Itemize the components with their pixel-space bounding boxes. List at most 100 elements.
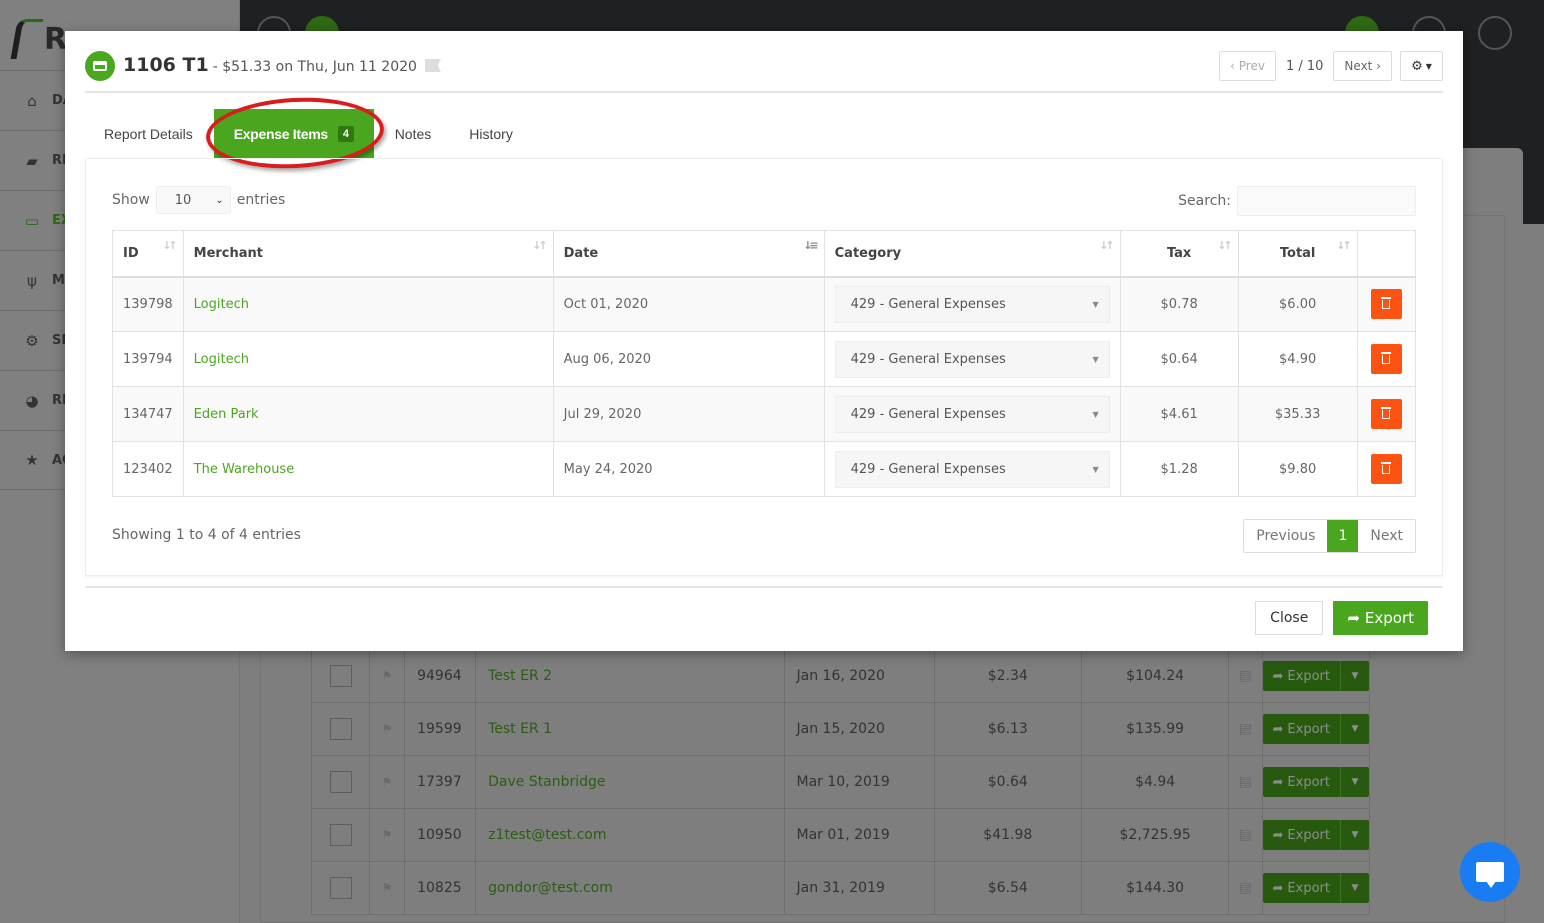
category-value: 429 - General Expenses [850, 406, 1006, 422]
document-icon[interactable]: ▤ [1239, 880, 1252, 896]
tab-report-details[interactable]: Report Details [85, 109, 212, 159]
chat-launcher-button[interactable] [1460, 842, 1520, 902]
merchant-link[interactable]: Logitech [182, 276, 554, 332]
item-date: Aug 06, 2020 [552, 331, 825, 387]
merchant-link[interactable]: Logitech [182, 331, 554, 387]
report-summary: - $51.33 on Thu, Jun 11 2020 [212, 59, 417, 75]
table-row[interactable]: ⚑ 10825 gondor@test.com Jan 31, 2019 $6.… [311, 862, 1370, 915]
document-icon[interactable]: ▤ [1239, 827, 1252, 843]
row-name-link[interactable]: gondor@test.com [476, 862, 785, 914]
export-button[interactable]: ➦ Export [1333, 601, 1428, 635]
document-icon[interactable]: ▤ [1239, 721, 1252, 737]
item-total: $6.00 [1237, 276, 1358, 332]
category-select[interactable]: 429 - General Expenses ▼ [834, 450, 1110, 488]
document-icon[interactable]: ▤ [1239, 774, 1252, 790]
caret-down-icon[interactable]: ▼ [1341, 873, 1369, 903]
tab-expense-items[interactable]: Expense Items 4 [213, 109, 374, 159]
chat-icon [1476, 862, 1504, 888]
prev-record-button[interactable]: ‹ Prev [1219, 51, 1276, 81]
merchant-link[interactable]: Eden Park [182, 386, 554, 442]
category-value: 429 - General Expenses [850, 461, 1006, 477]
row-date: Jan 31, 2019 [785, 862, 935, 914]
user-icon[interactable] [1478, 16, 1512, 50]
search-input[interactable] [1237, 186, 1416, 216]
column-header-merchant[interactable]: Merchant ↓↑ [182, 230, 554, 278]
column-header-total[interactable]: Total ↓↑ [1237, 230, 1358, 278]
sort-icon: ↓↑ [1099, 239, 1115, 252]
row-total: $2,725.95 [1082, 809, 1230, 861]
row-name-link[interactable]: z1test@test.com [476, 809, 785, 861]
star-icon: ★ [25, 451, 39, 469]
share-icon: ➦ [1272, 880, 1284, 896]
category-select[interactable]: 429 - General Expenses ▼ [834, 395, 1110, 433]
merchant-link[interactable]: The Warehouse [182, 441, 554, 497]
flag-icon[interactable]: ⚑ [382, 722, 393, 736]
export-split-button[interactable]: ➦ Export ▼ [1262, 714, 1369, 744]
row-total: $104.24 [1082, 650, 1230, 702]
row-checkbox[interactable] [329, 877, 352, 899]
caret-down-icon: ▼ [1092, 409, 1099, 419]
row-id: 17397 [405, 756, 477, 808]
row-checkbox[interactable] [329, 718, 352, 740]
row-id: 10950 [405, 809, 477, 861]
row-id: 94964 [405, 650, 477, 702]
table-row[interactable]: ⚑ 19599 Test ER 1 Jan 15, 2020 $6.13 $13… [311, 703, 1370, 756]
table-row[interactable]: ⚑ 17397 Dave Stanbridge Mar 10, 2019 $0.… [311, 756, 1370, 809]
record-pager: ‹ Prev 1 / 10 Next › ⚙ ▼ [1219, 51, 1443, 81]
flag-icon[interactable]: ⚑ [382, 828, 393, 842]
item-total: $35.33 [1237, 386, 1358, 442]
next-record-button[interactable]: Next › [1333, 51, 1392, 81]
table-row[interactable]: ⚑ 94964 Test ER 2 Jan 16, 2020 $2.34 $10… [311, 650, 1370, 703]
page-1-button[interactable]: 1 [1327, 520, 1359, 552]
delete-item-button[interactable] [1370, 399, 1402, 429]
row-checkbox[interactable] [329, 665, 352, 687]
close-button[interactable]: Close [1255, 601, 1324, 635]
category-select[interactable]: 429 - General Expenses ▼ [834, 285, 1110, 323]
delete-item-button[interactable] [1370, 344, 1402, 374]
sort-icon: ↓↑ [162, 239, 178, 252]
category-select[interactable]: 429 - General Expenses ▼ [834, 340, 1110, 378]
export-split-button[interactable]: ➦ Export ▼ [1262, 661, 1369, 691]
row-tax: $0.64 [935, 756, 1082, 808]
row-date: Jan 16, 2020 [785, 650, 935, 702]
column-header-id[interactable]: ID ↓↑ [112, 230, 184, 278]
gear-icon: ⚙ [25, 331, 39, 350]
row-checkbox[interactable] [329, 771, 352, 793]
next-page-button[interactable]: Next [1358, 520, 1415, 552]
flag-icon[interactable]: ⚑ [382, 775, 393, 789]
tab-notes[interactable]: Notes [376, 109, 451, 159]
export-split-button[interactable]: ➦ Export ▼ [1262, 873, 1369, 903]
export-split-button[interactable]: ➦ Export ▼ [1262, 767, 1369, 797]
tab-label: Expense Items [233, 126, 328, 142]
entries-per-page-select[interactable]: 10 ⌄ [155, 186, 231, 214]
column-header-tax[interactable]: Tax ↓↑ [1119, 230, 1239, 278]
tab-history[interactable]: History [450, 109, 532, 159]
settings-dropdown-button[interactable]: ⚙ ▼ [1400, 51, 1443, 81]
caret-down-icon[interactable]: ▼ [1341, 714, 1369, 744]
column-header-category[interactable]: Category ↓↑ [823, 230, 1121, 278]
table-row[interactable]: ⚑ 10950 z1test@test.com Mar 01, 2019 $41… [311, 809, 1370, 862]
export-split-button[interactable]: ➦ Export ▼ [1262, 820, 1369, 850]
caret-down-icon[interactable]: ▼ [1341, 820, 1369, 850]
document-icon[interactable]: ▤ [1239, 668, 1252, 684]
flag-icon[interactable] [424, 59, 441, 72]
category-value: 429 - General Expenses [850, 351, 1006, 367]
caret-down-icon: ▼ [1092, 299, 1099, 309]
row-name-link[interactable]: Dave Stanbridge [476, 756, 785, 808]
flag-icon[interactable]: ⚑ [382, 881, 393, 895]
flag-icon[interactable]: ⚑ [382, 669, 393, 683]
trash-icon [1381, 351, 1392, 364]
row-checkbox[interactable] [329, 824, 352, 846]
delete-item-button[interactable] [1370, 289, 1402, 320]
share-icon: ➦ [1272, 827, 1284, 843]
caret-down-icon[interactable]: ▼ [1341, 661, 1369, 691]
column-header-date[interactable]: Date ↓≡ [552, 230, 825, 278]
gear-icon: ⚙ [1411, 58, 1423, 74]
export-label: Export [1287, 827, 1330, 843]
previous-page-button[interactable]: Previous [1244, 520, 1327, 552]
delete-item-button[interactable] [1370, 454, 1402, 484]
row-name-link[interactable]: Test ER 1 [476, 703, 785, 755]
caret-down-icon[interactable]: ▼ [1341, 767, 1369, 797]
row-name-link[interactable]: Test ER 2 [476, 650, 785, 702]
item-tax: $0.78 [1119, 276, 1239, 332]
